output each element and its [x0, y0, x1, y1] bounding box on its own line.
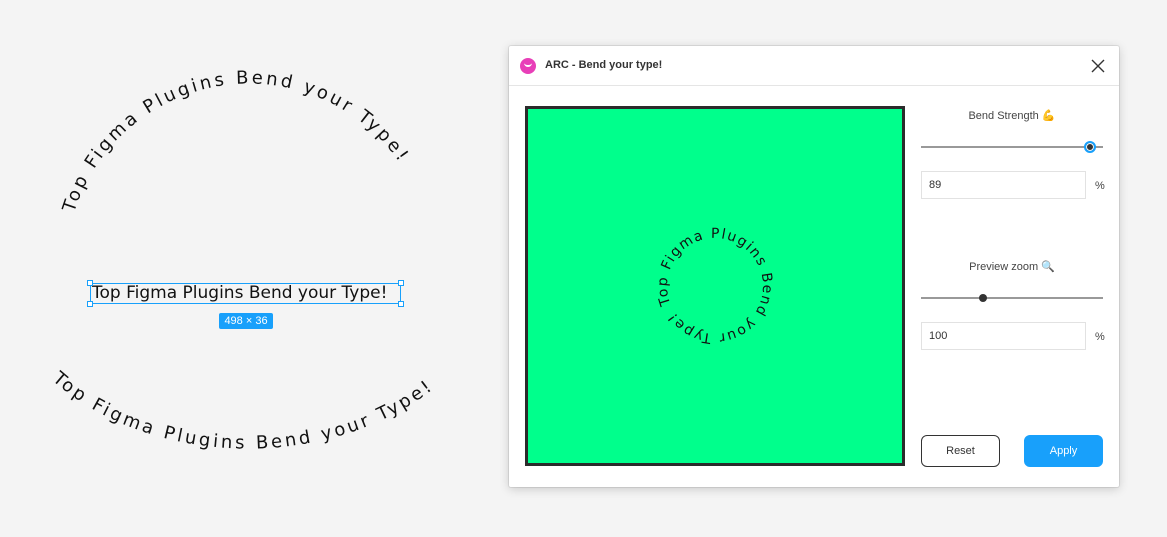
- magnifier-icon: 🔍: [1041, 261, 1055, 273]
- resize-handle-top-right[interactable]: [398, 280, 404, 286]
- arc-logo-icon: [520, 58, 536, 74]
- selected-text-layer[interactable]: Top Figma Plugins Bend your Type!: [90, 283, 401, 304]
- plugin-titlebar: ARC - Bend your type!: [509, 46, 1119, 86]
- preview-zoom-input[interactable]: [921, 322, 1086, 350]
- slider-track: [921, 297, 1103, 299]
- dimensions-badge: 498 × 36: [219, 313, 273, 329]
- resize-handle-top-left[interactable]: [87, 280, 93, 286]
- preview-circle-text: Top Figma Plugins Bend your Type!: [637, 208, 794, 365]
- slider-track: [921, 146, 1103, 148]
- preview-zoom-slider[interactable]: [921, 291, 1103, 305]
- arc-bottom-text: Top Figma Plugins Bend your Type!: [48, 367, 438, 454]
- close-icon[interactable]: [1089, 57, 1107, 75]
- bend-strength-label: Bend Strength 💪: [968, 110, 1056, 122]
- resize-handle-bottom-right[interactable]: [398, 301, 404, 307]
- apply-button[interactable]: Apply: [1024, 435, 1103, 467]
- arc-top-text: Top Figma Plugins Bend your Type!: [58, 67, 414, 215]
- preview-text: Top Figma Plugins Bend your Type!: [637, 208, 794, 365]
- bend-strength-slider[interactable]: [921, 140, 1103, 154]
- flexed-biceps-icon: 💪: [1041, 110, 1056, 122]
- resize-handle-bottom-left[interactable]: [87, 301, 93, 307]
- preview-zoom-unit: %: [1095, 331, 1105, 343]
- slider-thumb[interactable]: [978, 294, 987, 302]
- preview-zoom-label: Preview zoom 🔍: [969, 261, 1055, 273]
- plugin-title: ARC - Bend your type!: [545, 59, 663, 71]
- bend-strength-unit: %: [1095, 180, 1105, 192]
- arc-text-top: Top Figma Plugins Bend your Type! Top Fi…: [48, 67, 438, 454]
- plugin-window: ARC - Bend your type! Top Figma Plugins …: [509, 46, 1119, 487]
- slider-thumb[interactable]: [1084, 141, 1097, 153]
- bend-strength-input[interactable]: [921, 171, 1086, 199]
- preview-canvas: Top Figma Plugins Bend your Type!: [525, 106, 905, 466]
- reset-button[interactable]: Reset: [921, 435, 1000, 467]
